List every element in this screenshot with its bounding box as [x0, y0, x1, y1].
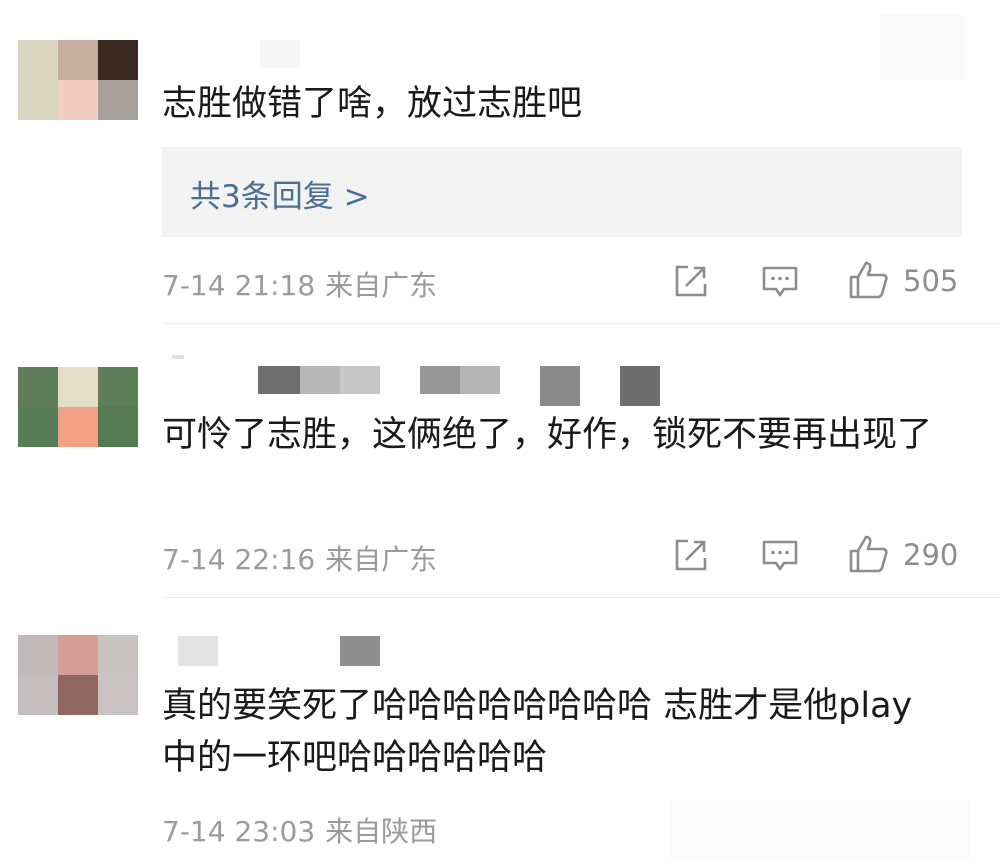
- avatar-pixel: [18, 407, 58, 447]
- comment-text: 可怜了志胜，这俩绝了，好作，锁死不要再出现了: [162, 415, 933, 455]
- avatar-pixel: [98, 80, 138, 120]
- avatar-pixel: [58, 635, 98, 675]
- avatar-pixel: [18, 80, 58, 120]
- avatar-pixel: [58, 80, 98, 120]
- blur-block: [420, 366, 460, 394]
- avatar-pixel: [98, 675, 138, 715]
- blur-block: [540, 366, 580, 406]
- comment-location: 来自广东: [325, 543, 438, 576]
- comment-date: 7-14 21:18: [162, 269, 316, 302]
- username-blurred[interactable]: [260, 40, 300, 68]
- comment-meta: 7-14 23:03 来自陕西: [162, 810, 437, 850]
- blur-block: [172, 355, 184, 359]
- avatar-pixel: [18, 40, 58, 80]
- view-replies-link[interactable]: 共3条回复 >: [190, 171, 370, 216]
- reply-preview-box[interactable]: 共3条回复 >: [162, 147, 962, 237]
- avatar[interactable]: [18, 40, 138, 120]
- divider: [162, 597, 1000, 598]
- badge-blurred: [880, 15, 965, 80]
- blur-block: [340, 636, 380, 666]
- comment-date: 7-14 22:16: [162, 543, 316, 576]
- avatar[interactable]: [18, 367, 138, 447]
- avatar-pixel: [98, 40, 138, 80]
- comment-location: 来自广东: [325, 269, 438, 302]
- comment-text: 志胜做错了啥，放过志胜吧: [162, 84, 583, 124]
- share-icon[interactable]: [672, 262, 710, 300]
- avatar-pixel: [58, 367, 98, 407]
- like-icon[interactable]: [848, 259, 890, 301]
- comment-icon[interactable]: [760, 536, 800, 576]
- comment-text: 真的要笑死了哈哈哈哈哈哈哈哈 志胜才是他play 中的一环吧哈哈哈哈哈哈: [162, 686, 913, 778]
- avatar-pixel: [98, 367, 138, 407]
- like-count: 290: [903, 538, 959, 572]
- like-count: 505: [903, 264, 959, 298]
- comment-icon[interactable]: [760, 262, 800, 302]
- comment-meta: 7-14 21:18 来自广东: [162, 264, 437, 304]
- blur-block: [460, 366, 500, 394]
- divider: [162, 323, 1000, 324]
- blur-block: [300, 366, 340, 394]
- avatar-pixel: [58, 675, 98, 715]
- comment-location: 来自陕西: [325, 815, 438, 848]
- blur-block: [258, 366, 300, 394]
- actions-blurred: [670, 800, 970, 860]
- blur-block: [340, 366, 380, 394]
- avatar-pixel: [58, 40, 98, 80]
- avatar-pixel: [98, 407, 138, 447]
- comment-meta: 7-14 22:16 来自广东: [162, 538, 437, 578]
- avatar-pixel: [18, 635, 58, 675]
- blur-block: [178, 636, 218, 666]
- avatar-pixel: [58, 407, 98, 447]
- blur-block: [620, 366, 660, 406]
- share-icon[interactable]: [672, 536, 710, 574]
- comment-date: 7-14 23:03: [162, 815, 316, 848]
- avatar-pixel: [18, 675, 58, 715]
- like-icon[interactable]: [848, 533, 890, 575]
- avatar-pixel: [18, 367, 58, 407]
- avatar[interactable]: [18, 635, 138, 715]
- avatar-pixel: [98, 635, 138, 675]
